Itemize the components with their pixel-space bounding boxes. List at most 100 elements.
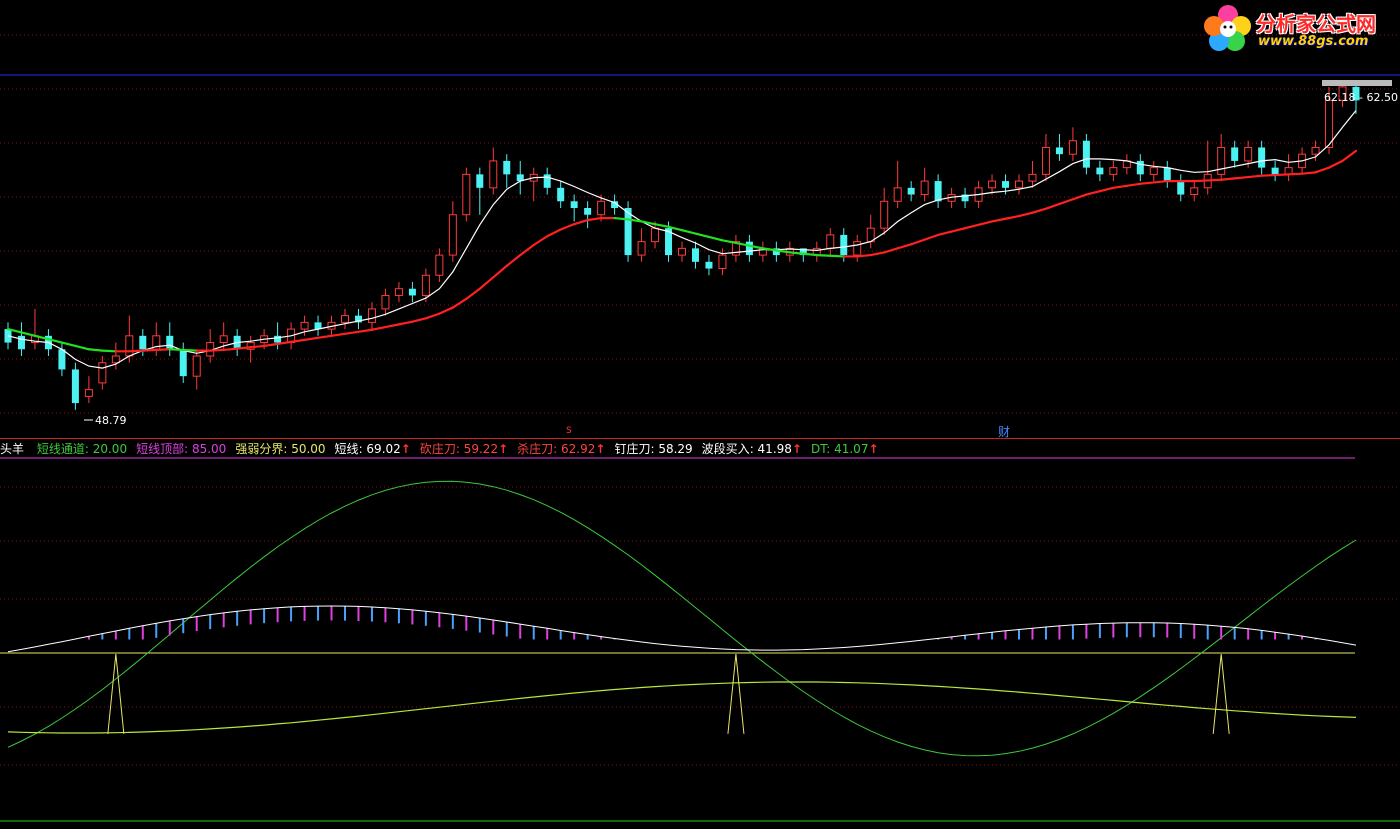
legend-up-arrow-icon: ↑ bbox=[400, 442, 411, 456]
candle-down bbox=[17, 335, 25, 350]
candle-down bbox=[58, 349, 66, 370]
buy-signal-spike bbox=[1212, 653, 1230, 734]
candle-down bbox=[139, 335, 147, 350]
indicator-legend: 头羊 短线通道: 20.00 短线顶部: 85.00 强弱分界: 50.00 短线: … bbox=[0, 440, 888, 458]
slow-ma-segment bbox=[411, 317, 427, 323]
candle-up bbox=[1149, 167, 1158, 175]
candle-up bbox=[597, 200, 606, 216]
slow-ma-segment bbox=[303, 336, 320, 341]
legend-up-arrow-icon: ↑ bbox=[498, 442, 509, 456]
candle-down bbox=[705, 261, 713, 269]
slow-ma-segment bbox=[74, 344, 90, 351]
slow-ma-segment bbox=[802, 252, 818, 257]
candle-down bbox=[1082, 140, 1090, 168]
candle-down bbox=[476, 174, 484, 188]
slow-ma-segment bbox=[546, 228, 562, 238]
slow-ma-segment bbox=[1220, 177, 1236, 181]
legend-value: 62.92 bbox=[561, 442, 596, 456]
indicator-name: 头羊 bbox=[0, 442, 25, 456]
candle-up bbox=[219, 335, 228, 344]
slow-ma-segment bbox=[950, 227, 967, 233]
candle-down bbox=[71, 369, 79, 404]
slow-ma-segment bbox=[330, 332, 347, 337]
candle-down bbox=[1002, 181, 1010, 188]
slow-ma-segment bbox=[532, 235, 549, 247]
legend-value: 41.98 bbox=[757, 442, 792, 456]
slow-ma-segment bbox=[923, 233, 940, 241]
candle-down bbox=[1055, 147, 1063, 155]
low-price-label: 48.79 bbox=[95, 414, 127, 427]
slow-ma-segment bbox=[1085, 190, 1101, 196]
slow-ma-segment bbox=[1314, 166, 1331, 174]
candle-up bbox=[300, 321, 309, 330]
legend-up-arrow-icon: ↑ bbox=[595, 442, 606, 456]
slow-ma-segment bbox=[1233, 175, 1250, 180]
slow-ma-segment bbox=[937, 230, 953, 237]
candle-up bbox=[341, 315, 349, 323]
slow-ma-segment bbox=[869, 251, 886, 257]
slow-ma-segment bbox=[141, 348, 158, 352]
slow-ma-segment bbox=[263, 342, 279, 348]
slow-ma-segment bbox=[343, 330, 360, 335]
legend-item: 短线: 69.02↑ bbox=[334, 442, 411, 456]
stock-chart: 48.79 62.18 - 62.50 财 S bbox=[0, 34, 1400, 822]
candle-up bbox=[462, 173, 471, 216]
candle-up bbox=[448, 214, 457, 256]
slow-ma-segment bbox=[910, 238, 926, 246]
slow-ma-segment bbox=[788, 251, 805, 255]
candlestick-series bbox=[4, 80, 1360, 410]
candle-down bbox=[408, 288, 416, 296]
slow-ma-segment bbox=[1260, 173, 1277, 177]
candle-up bbox=[1041, 146, 1050, 175]
legend-item: 砍庄刀: 59.22↑ bbox=[419, 442, 509, 456]
slow-ma-segment bbox=[1098, 186, 1115, 193]
legend-item: 强弱分界: 50.00 bbox=[235, 442, 326, 456]
slow-ma-segment bbox=[451, 297, 468, 309]
legend-label: 短线 bbox=[334, 442, 359, 456]
legend-item: 波段买入: 41.98↑ bbox=[701, 442, 802, 456]
candle-up bbox=[988, 180, 997, 189]
slow-ma-segment bbox=[586, 216, 603, 222]
candle-up bbox=[192, 355, 201, 377]
legend-item: 短线通道: 20.00 bbox=[36, 442, 128, 456]
slow-ma-segment bbox=[492, 264, 508, 279]
slow-ma-segment bbox=[101, 349, 117, 353]
candle-up bbox=[880, 200, 889, 229]
chart-grid bbox=[0, 34, 1400, 766]
candle-up bbox=[853, 241, 862, 256]
candle-down bbox=[179, 349, 187, 377]
legend-label: 波段买入 bbox=[701, 442, 750, 456]
candle-down bbox=[543, 174, 551, 188]
legend-label: 钉庄刀 bbox=[614, 442, 651, 456]
candle-up bbox=[678, 247, 686, 256]
slow-ma-segment bbox=[168, 348, 185, 352]
legend-label: DT bbox=[810, 442, 827, 456]
candle-up bbox=[1015, 180, 1023, 189]
site-logo: 分析家公式网 www.88gs.com bbox=[1202, 2, 1398, 54]
candle-down bbox=[691, 248, 699, 262]
candle-down bbox=[1177, 181, 1185, 195]
candle-up bbox=[394, 288, 403, 296]
slow-ma-segment bbox=[182, 348, 198, 352]
slow-ma-segment bbox=[424, 312, 441, 320]
legend-item: 钉庄刀: 58.29 bbox=[614, 442, 693, 456]
candle-up bbox=[637, 241, 646, 256]
slow-ma-segment bbox=[1125, 182, 1142, 187]
candle-down bbox=[745, 241, 753, 256]
candle-up bbox=[718, 254, 727, 270]
slow-ma-segment bbox=[357, 328, 374, 333]
candle-down bbox=[584, 208, 592, 215]
slow-ma-segment bbox=[963, 223, 980, 230]
slow-ma-segment bbox=[209, 348, 225, 352]
legend-label: 短线通道 bbox=[36, 442, 85, 456]
candle-up bbox=[367, 308, 376, 323]
slow-ma-segment bbox=[1031, 207, 1048, 214]
slow-ma-segment bbox=[155, 348, 171, 352]
candle-up bbox=[111, 355, 120, 364]
candle-down bbox=[934, 181, 942, 202]
slow-ma-segment bbox=[1206, 178, 1223, 182]
candle-down bbox=[1163, 167, 1171, 182]
slow-ma-segment bbox=[856, 253, 872, 258]
slow-ma-segment bbox=[896, 243, 913, 250]
slow-ma-segment bbox=[397, 320, 414, 326]
